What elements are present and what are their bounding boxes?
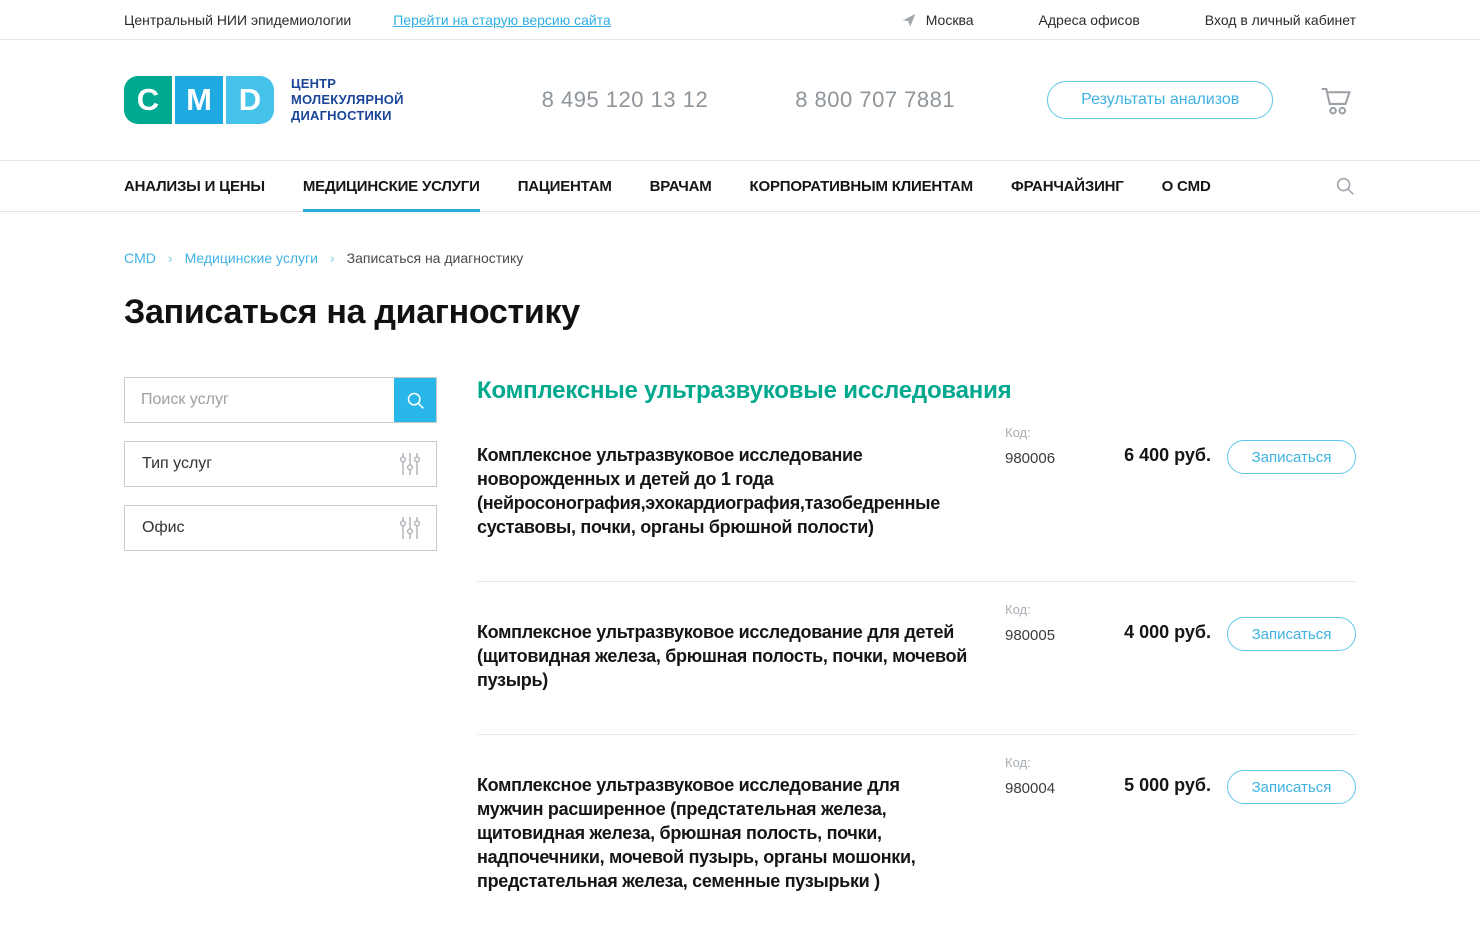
service-code: Код: 980005 (1005, 602, 1095, 644)
code-value: 980004 (1005, 780, 1095, 797)
logo-tagline: ЦЕНТР МОЛЕКУЛЯРНОЙ ДИАГНОСТИКИ (291, 76, 404, 124)
service-title: Комплексное ультразвуковое исследование … (477, 773, 989, 893)
logo-letter-d: D (226, 76, 274, 124)
city-label: Москва (926, 12, 974, 28)
service-row: Комплексное ультразвуковое исследование … (477, 405, 1356, 581)
cmd-logo-blocks: C M D (124, 76, 274, 124)
breadcrumb-separator: › (330, 250, 335, 266)
sliders-icon (398, 451, 422, 477)
service-code: Код: 980006 (1005, 425, 1095, 467)
service-code: Код: 980004 (1005, 755, 1095, 797)
service-title: Комплексное ультразвуковое исследование … (477, 620, 989, 692)
service-price: 6 400 руб. (1111, 445, 1211, 466)
breadcrumb-home[interactable]: CMD (124, 250, 156, 266)
city-selector[interactable]: Москва (901, 12, 974, 28)
service-search-button[interactable] (394, 378, 436, 422)
page-title: Записаться на диагностику (124, 293, 1356, 332)
nav-item-analyses-prices[interactable]: АНАЛИЗЫ И ЦЕНЫ (124, 161, 265, 211)
service-search-input[interactable] (125, 378, 394, 422)
breadcrumb-medical-services[interactable]: Медицинские услуги (185, 250, 318, 266)
code-value: 980005 (1005, 627, 1095, 644)
filter-office-label: Офис (142, 519, 185, 537)
code-label: Код: (1005, 425, 1095, 440)
nav-item-about[interactable]: О CMD (1162, 161, 1211, 211)
phone-moscow[interactable]: 8 495 120 13 12 (542, 87, 709, 113)
service-price: 5 000 руб. (1111, 775, 1211, 796)
filters-sidebar: Тип услуг Офис (124, 377, 437, 935)
code-label: Код: (1005, 755, 1095, 770)
cart-icon[interactable] (1318, 82, 1356, 118)
breadcrumb-current: Записаться на диагностику (347, 250, 524, 266)
main-nav: АНАЛИЗЫ И ЦЕНЫ МЕДИЦИНСКИЕ УСЛУГИ ПАЦИЕН… (0, 160, 1480, 212)
logo-letter-m: M (175, 76, 223, 124)
phone-tollfree[interactable]: 8 800 707 7881 (795, 87, 955, 113)
nav-item-doctors[interactable]: ВРАЧАМ (650, 161, 712, 211)
service-search-box (124, 377, 437, 423)
office-addresses-link[interactable]: Адреса офисов (1039, 12, 1140, 28)
results-button[interactable]: Результаты анализов (1047, 81, 1273, 119)
book-button[interactable]: Записаться (1227, 617, 1356, 651)
organization-name: Центральный НИИ эпидемиологии (124, 12, 351, 28)
sliders-icon (398, 515, 422, 541)
filter-office[interactable]: Офис (124, 505, 437, 551)
section-title: Комплексные ультразвуковые исследования (477, 377, 1356, 405)
service-price: 4 000 руб. (1111, 622, 1211, 643)
cmd-logo[interactable]: C M D ЦЕНТР МОЛЕКУЛЯРНОЙ ДИАГНОСТИКИ (124, 76, 404, 124)
breadcrumb: CMD › Медицинские услуги › Записаться на… (124, 250, 1356, 266)
service-title: Комплексное ультразвуковое исследование … (477, 443, 989, 539)
nav-item-corporate[interactable]: КОРПОРАТИВНЫМ КЛИЕНТАМ (750, 161, 973, 211)
service-row: Комплексное ультразвуковое исследование … (477, 734, 1356, 935)
topbar: Центральный НИИ эпидемиологии Перейти на… (0, 0, 1480, 40)
search-icon[interactable] (1334, 161, 1356, 211)
nav-item-patients[interactable]: ПАЦИЕНТАМ (518, 161, 612, 211)
login-link[interactable]: Вход в личный кабинет (1205, 12, 1356, 28)
filter-service-type-label: Тип услуг (142, 455, 212, 473)
service-row: Комплексное ультразвуковое исследование … (477, 581, 1356, 734)
search-icon (405, 390, 426, 411)
header: C M D ЦЕНТР МОЛЕКУЛЯРНОЙ ДИАГНОСТИКИ 8 4… (0, 40, 1480, 160)
code-label: Код: (1005, 602, 1095, 617)
services-list: Комплексные ультразвуковые исследования … (477, 377, 1356, 935)
logo-letter-c: C (124, 76, 172, 124)
breadcrumb-separator: › (168, 250, 173, 266)
book-button[interactable]: Записаться (1227, 770, 1356, 804)
filter-service-type[interactable]: Тип услуг (124, 441, 437, 487)
book-button[interactable]: Записаться (1227, 440, 1356, 474)
location-arrow-icon (901, 12, 917, 28)
nav-item-franchising[interactable]: ФРАНЧАЙЗИНГ (1011, 161, 1124, 211)
old-site-version-link[interactable]: Перейти на старую версию сайта (393, 12, 611, 28)
nav-item-medical-services[interactable]: МЕДИЦИНСКИЕ УСЛУГИ (303, 161, 480, 211)
code-value: 980006 (1005, 450, 1095, 467)
